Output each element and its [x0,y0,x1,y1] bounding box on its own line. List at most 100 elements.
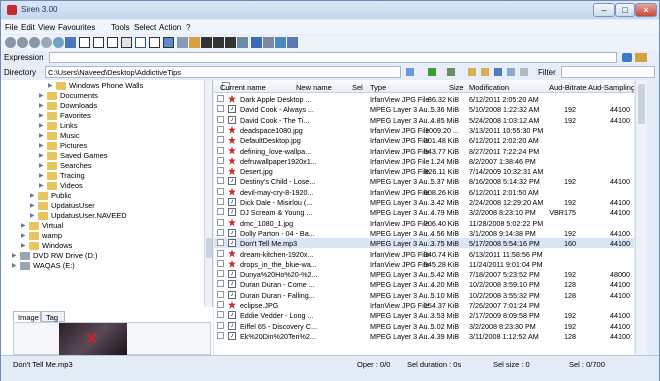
row-checkbox[interactable] [217,301,224,308]
up-icon[interactable] [29,37,40,48]
menu-action[interactable]: Action [159,23,181,32]
expand-arrow-icon[interactable]: ▶ [12,262,18,269]
menu-edit[interactable]: Edit [21,23,35,32]
forward-arrow-icon[interactable] [447,68,455,76]
file-row[interactable]: dream-kitchen-1920x... IrfanView JPG File… [214,249,634,259]
file-row[interactable]: ♪ DJ Scream & Young ... MPEG Layer 3 Au...… [214,207,634,217]
file-row[interactable]: ♪ Dick Dale - Misirlou (... MPEG Layer 3 A… [214,197,634,207]
file-row[interactable]: Desert.jpg IrfanView JPG File 826.11 KiB 7/… [214,166,634,176]
mail-icon[interactable] [65,37,76,48]
file-row[interactable]: ♪ David Cook - Always ... MPEG Layer 3 Au.… [214,104,634,114]
expand-arrow-icon[interactable]: ▶ [21,232,27,239]
expand-arrow-icon[interactable]: ▶ [39,142,45,149]
file-row[interactable]: defining_love-wallpa... IrfanView JPG Fil… [214,146,634,156]
row-checkbox[interactable] [217,105,224,113]
tab-image[interactable]: Image [13,311,41,322]
row-checkbox[interactable] [217,198,224,205]
select-all-checkbox-icon[interactable] [79,37,90,48]
back-arrow-icon[interactable] [428,68,436,76]
select-icon[interactable] [135,37,146,48]
row-checkbox[interactable] [217,280,224,288]
file-row[interactable]: ♪ Eiffel 65 - Discovery C... MPEG Layer 3 … [214,321,634,331]
save-icon[interactable] [494,68,502,76]
wand-icon[interactable] [635,53,647,62]
row-checkbox[interactable] [217,208,224,216]
file-row[interactable]: ♪ Don't Tell Me.mp3 MPEG Layer 3 Au... 3.75… [214,238,634,249]
window-icon[interactable] [263,37,274,48]
row-checkbox[interactable] [217,125,224,133]
row-checkbox[interactable] [217,331,224,339]
minimize-button[interactable]: – [593,3,615,17]
file-row[interactable]: ♪ Dolly Parton - 04 - Ba... MPEG Layer 3 A… [214,228,634,238]
invert-selection-icon[interactable] [121,37,132,48]
row-checkbox[interactable] [217,259,224,267]
expand-arrow-icon[interactable]: ▶ [39,182,45,189]
expand-arrow-icon[interactable]: ▶ [30,192,36,199]
menu-help[interactable]: ? [186,23,190,32]
grid-view-icon[interactable] [237,37,248,48]
export-icon[interactable] [287,37,298,48]
file-row[interactable]: dmc_1080_1.jpg IrfanView JPG File 706.40 K… [214,218,634,228]
expand-arrow-icon[interactable]: ▶ [39,152,45,159]
select-images-icon[interactable] [163,37,174,48]
expand-arrow-icon[interactable]: ▶ [39,102,45,109]
file-row[interactable]: ♪ Destiny's Child - Lose... MPEG Layer 3 A… [214,176,634,186]
menu-favourites[interactable]: Favourites [58,23,95,32]
row-checkbox[interactable] [217,311,224,319]
refresh-icon[interactable] [507,68,515,76]
file-row[interactable]: devil-may-cry-8-1920... IrfanView JPG Fil… [214,187,634,197]
music-icon[interactable] [225,37,236,48]
checkbox-icon[interactable] [149,37,160,48]
filter-input[interactable] [561,66,655,78]
row-checkbox[interactable] [217,228,224,236]
folder-icon[interactable] [481,68,489,76]
menu-view[interactable]: View [38,23,55,32]
col-modification[interactable]: Modification [469,83,509,92]
menu-file[interactable]: File [5,23,18,32]
expand-arrow-icon[interactable]: ▶ [39,172,45,179]
grid-icon[interactable] [177,37,188,48]
stop-icon[interactable] [41,37,52,48]
folder-up-icon[interactable] [468,68,476,76]
file-row[interactable]: ♪ Dunya%20Ho%20-%2... MPEG Layer 3 Au... 5.… [214,269,634,279]
row-checkbox[interactable] [217,177,224,185]
back-icon[interactable] [5,37,16,48]
col-new-name[interactable]: New name [296,83,332,92]
row-checkbox[interactable] [217,239,224,247]
expand-arrow-icon[interactable]: ▶ [39,112,45,119]
menu-tools[interactable]: Tools [111,23,130,32]
col-aud-sampling[interactable]: Aud-Sampling [588,83,634,92]
expand-arrow-icon[interactable]: ▶ [30,212,36,219]
row-checkbox[interactable] [217,321,224,329]
row-checkbox[interactable] [217,146,224,154]
row-checkbox[interactable] [217,270,224,278]
file-row[interactable]: deadspace1080.jpg IrfanView JPG File 1009.… [214,125,634,135]
film-icon[interactable] [251,37,262,48]
music-icon[interactable] [213,37,224,48]
row-checkbox[interactable] [217,290,224,298]
expand-arrow-icon[interactable]: ▶ [12,252,18,259]
row-checkbox[interactable] [217,136,224,144]
file-row[interactable]: ♪ Duran Duran - Come ... MPEG Layer 3 Au..… [214,279,634,289]
col-current-name[interactable]: Current name [220,83,266,92]
expand-arrow-icon[interactable]: ▶ [39,92,45,99]
expand-arrow-icon[interactable]: ▶ [48,82,54,89]
file-row[interactable]: eclipse.JPG IrfanView JPG File 154.37 KiB 7… [214,300,634,310]
scrollbar-thumb[interactable] [638,84,645,124]
edit-icon[interactable] [275,37,286,48]
row-checkbox[interactable] [217,95,224,102]
tab-tag[interactable]: Tag [41,311,65,322]
checkbox-icon[interactable] [93,37,104,48]
file-row[interactable]: drops_in_the_blue-wa... IrfanView JPG Fil… [214,259,634,269]
maximize-button[interactable]: □ [615,3,635,17]
col-size[interactable]: Size [449,83,464,92]
file-row[interactable]: defruwallpaper1920x1... IrfanView JPG Fil… [214,156,634,166]
row-checkbox[interactable] [217,167,224,175]
expand-arrow-icon[interactable]: ▶ [21,222,27,229]
row-checkbox[interactable] [217,218,224,226]
checkbox-icon[interactable] [107,37,118,48]
file-row[interactable]: DefaultDesktop.jpg IrfanView JPG File 301.… [214,135,634,145]
stop-icon[interactable] [520,68,528,76]
menu-select[interactable]: Select [134,23,156,32]
col-sel[interactable]: Sel [352,83,363,92]
